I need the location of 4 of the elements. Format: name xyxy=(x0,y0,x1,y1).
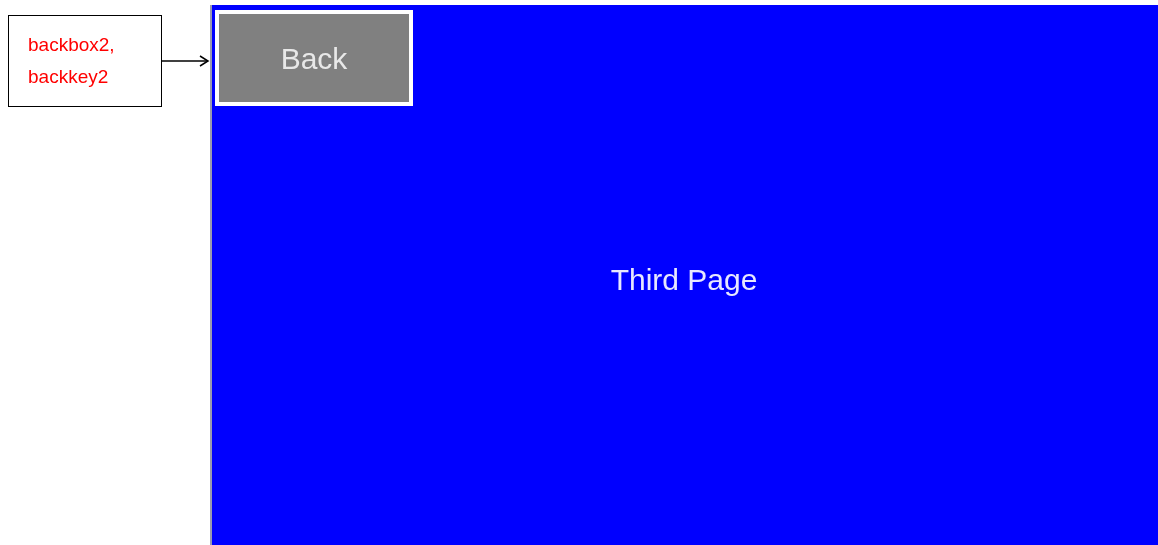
annotation-label: backbox2, backkey2 xyxy=(8,15,162,107)
arrow-icon xyxy=(162,55,210,67)
page-title: Third Page xyxy=(610,262,758,298)
back-button[interactable]: Back xyxy=(215,10,413,106)
